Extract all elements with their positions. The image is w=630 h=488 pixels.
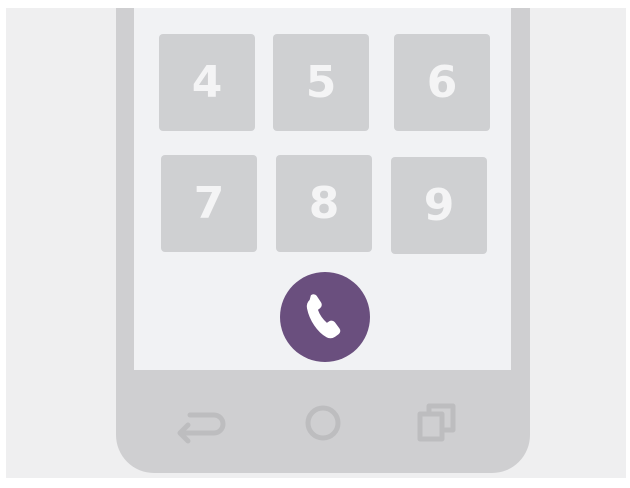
back-icon[interactable] [174, 403, 230, 445]
home-icon[interactable] [303, 403, 343, 443]
key-7[interactable]: 7 [161, 155, 257, 252]
call-button[interactable] [280, 272, 370, 362]
key-4[interactable]: 4 [159, 34, 255, 131]
recents-icon[interactable] [415, 400, 461, 446]
phone-body: 4 5 6 7 8 9 [116, 8, 530, 473]
phone-screen: 4 5 6 7 8 9 [134, 8, 511, 370]
key-8[interactable]: 8 [276, 155, 372, 252]
key-6[interactable]: 6 [394, 34, 490, 131]
phone-icon [306, 294, 341, 339]
key-9[interactable]: 9 [391, 157, 487, 254]
illustration-canvas: 4 5 6 7 8 9 [6, 8, 626, 478]
key-5[interactable]: 5 [273, 34, 369, 131]
